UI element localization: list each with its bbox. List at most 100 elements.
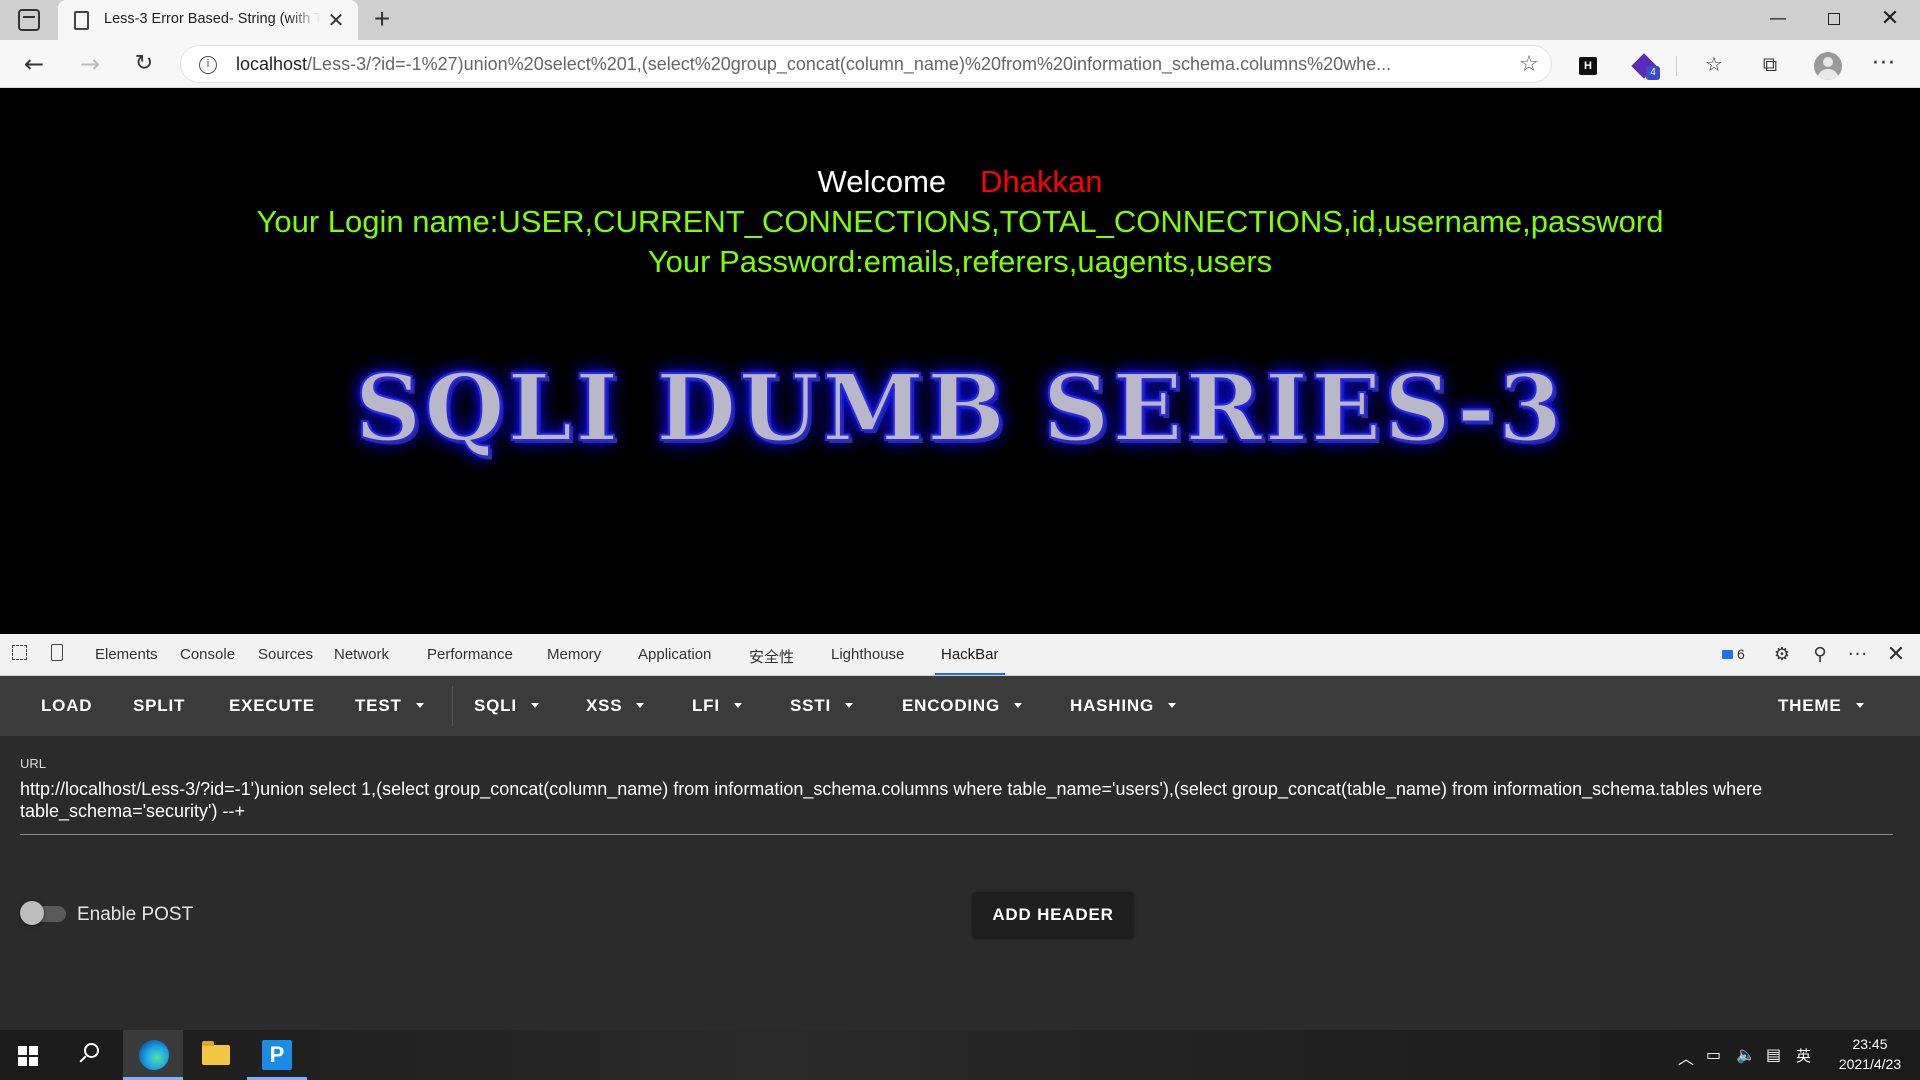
issues-count: 6 — [1737, 646, 1745, 662]
caret-down-icon — [530, 703, 539, 708]
page-icon — [74, 11, 89, 30]
customize-icon[interactable]: ⚲ — [1808, 644, 1832, 666]
taskbar: P ︿ ▭ 🔈 ▤ 英 23:45 2021/4/23 — [0, 1030, 1920, 1080]
caret-down-icon — [1168, 703, 1176, 708]
welcome-label: Welcome — [817, 164, 947, 199]
back-icon[interactable]: ← — [16, 46, 52, 82]
sqli-menu-label: SQLI — [474, 696, 517, 715]
test-menu-label: TEST — [355, 696, 402, 715]
add-header-button[interactable]: ADD HEADER — [972, 892, 1134, 938]
ssti-menu-label: SSTI — [790, 696, 831, 715]
browser-tab[interactable]: Less-3 Error Based- String (with Twist) … — [58, 0, 358, 40]
execute-button[interactable]: EXECUTE — [229, 696, 315, 716]
address-url[interactable]: localhost/Less-3/?id=-1%27)union%20selec… — [236, 54, 1476, 75]
address-path: /Less-3/?id=-1%27)union%20select%201,(se… — [307, 54, 1392, 74]
clock-date: 2021/4/23 — [1838, 1056, 1902, 1072]
url-field-label: URL — [20, 756, 47, 771]
caret-down-icon — [733, 703, 742, 708]
settings-icon[interactable]: ⚙ — [1770, 644, 1794, 666]
browser-tab-strip: Less-3 Error Based- String (with Twist) … — [0, 0, 1920, 40]
collections-icon[interactable]: ⧉ — [1754, 48, 1786, 80]
notification-icon[interactable]: ▤ — [1766, 1045, 1781, 1064]
url-textarea[interactable]: http://localhost/Less-3/?id=-1')union se… — [20, 778, 1880, 822]
window-close-button[interactable]: ✕ — [1862, 0, 1918, 40]
address-host: localhost — [236, 54, 308, 74]
address-bar[interactable]: i localhost/Less-3/?id=-1%27)union%20sel… — [180, 45, 1552, 83]
xss-menu-label: XSS — [586, 696, 623, 715]
lfi-menu[interactable]: LFI — [692, 696, 742, 716]
lfi-menu-label: LFI — [692, 696, 720, 715]
forward-icon[interactable]: → — [72, 46, 108, 82]
info-icon[interactable]: i — [199, 56, 217, 74]
tab-performance[interactable]: Performance — [427, 646, 513, 663]
folder-icon[interactable] — [185, 1030, 245, 1080]
theme-menu[interactable]: THEME — [1778, 696, 1864, 716]
password-result: Your Password:emails,referers,uagents,us… — [647, 244, 1273, 279]
windows-start-icon[interactable] — [18, 1046, 38, 1066]
tab-security[interactable]: 安全性 — [749, 646, 794, 667]
volume-icon[interactable]: 🔈 — [1736, 1045, 1756, 1064]
search-icon[interactable] — [78, 1043, 100, 1065]
p-app-icon[interactable]: P — [247, 1030, 307, 1080]
add-favorite-icon[interactable]: ☆ — [1516, 52, 1542, 78]
hackbar-menu: LOAD SPLIT EXECUTE TEST SQLI XSS LFI SST… — [0, 676, 1920, 736]
browser-toolbar: ← → ↻ i localhost/Less-3/?id=-1%27)union… — [0, 40, 1920, 88]
devtools-more-icon[interactable]: ··· — [1846, 644, 1870, 666]
enable-post-label[interactable]: Enable POST — [77, 904, 193, 926]
tab-console[interactable]: Console — [180, 646, 235, 663]
tab-hackbar[interactable]: HackBar — [935, 646, 1005, 675]
xss-menu[interactable]: XSS — [586, 696, 645, 716]
menu-divider — [452, 686, 453, 726]
hackbar-extension-icon[interactable]: H — [1572, 48, 1604, 80]
inspect-element-icon[interactable] — [8, 644, 30, 666]
edge-icon[interactable] — [123, 1030, 183, 1080]
welcome-line: Welcome Dhakkan — [0, 164, 1920, 200]
caret-down-icon — [415, 703, 424, 708]
hashing-menu[interactable]: HASHING — [1070, 696, 1176, 716]
tab-close-icon[interactable]: ✕ — [324, 8, 348, 32]
ime-indicator[interactable]: 英 — [1796, 1045, 1811, 1066]
network-icon[interactable]: ▭ — [1706, 1045, 1721, 1064]
ssti-menu[interactable]: SSTI — [790, 696, 853, 716]
hashing-menu-label: HASHING — [1070, 696, 1154, 715]
tab-title: Less-3 Error Based- String (with Twist) — [104, 11, 320, 27]
login-name-result: Your Login name:USER,CURRENT_CONNECTIONS… — [256, 204, 1664, 239]
test-menu[interactable]: TEST — [355, 696, 424, 716]
toolbar-divider — [1676, 56, 1677, 76]
new-tab-plus-icon[interactable]: + — [366, 4, 398, 36]
tab-sources[interactable]: Sources — [258, 646, 313, 663]
more-icon[interactable]: ··· — [1868, 48, 1900, 80]
split-button[interactable]: SPLIT — [133, 696, 185, 716]
extension-icon[interactable]: 4 — [1628, 48, 1660, 80]
p-app-letter: P — [262, 1040, 292, 1070]
issues-icon — [1722, 650, 1733, 659]
profile-icon[interactable] — [1812, 48, 1844, 80]
favorites-icon[interactable]: ☆ — [1698, 48, 1730, 80]
device-toolbar-icon[interactable] — [46, 644, 68, 666]
issues-badge[interactable]: 6 — [1722, 646, 1745, 662]
load-button[interactable]: LOAD — [41, 696, 92, 716]
window-minimize-button[interactable]: — — [1750, 0, 1806, 40]
chevron-up-icon[interactable]: ︿ — [1678, 1045, 1694, 1069]
devtools-close-icon[interactable]: ✕ — [1884, 644, 1908, 666]
devtools-tab-bar: Elements Console Sources Network Perform… — [0, 634, 1920, 676]
caret-down-icon — [1855, 703, 1864, 708]
tab-application[interactable]: Application — [638, 646, 711, 663]
tab-lighthouse[interactable]: Lighthouse — [831, 646, 904, 663]
reload-icon[interactable]: ↻ — [126, 46, 162, 82]
enable-post-toggle[interactable] — [20, 901, 68, 925]
url-field-underline — [20, 834, 1893, 835]
toggle-knob — [20, 901, 44, 925]
tab-elements[interactable]: Elements — [95, 646, 158, 663]
window-restore-button[interactable] — [1806, 0, 1862, 40]
encoding-menu[interactable]: ENCODING — [902, 696, 1023, 716]
tab-memory[interactable]: Memory — [547, 646, 601, 663]
sqli-menu[interactable]: SQLI — [474, 696, 539, 716]
tab-network[interactable]: Network — [334, 646, 389, 663]
clock[interactable]: 23:45 2021/4/23 — [1820, 1034, 1920, 1074]
tab-actions-icon[interactable] — [18, 9, 40, 31]
page-viewport: Welcome Dhakkan Your Login name:USER,CURR… — [0, 89, 1920, 634]
devtools-panel: Elements Console Sources Network Perform… — [0, 634, 1920, 1030]
theme-menu-label: THEME — [1778, 696, 1842, 715]
clock-time: 23:45 — [1852, 1036, 1888, 1052]
